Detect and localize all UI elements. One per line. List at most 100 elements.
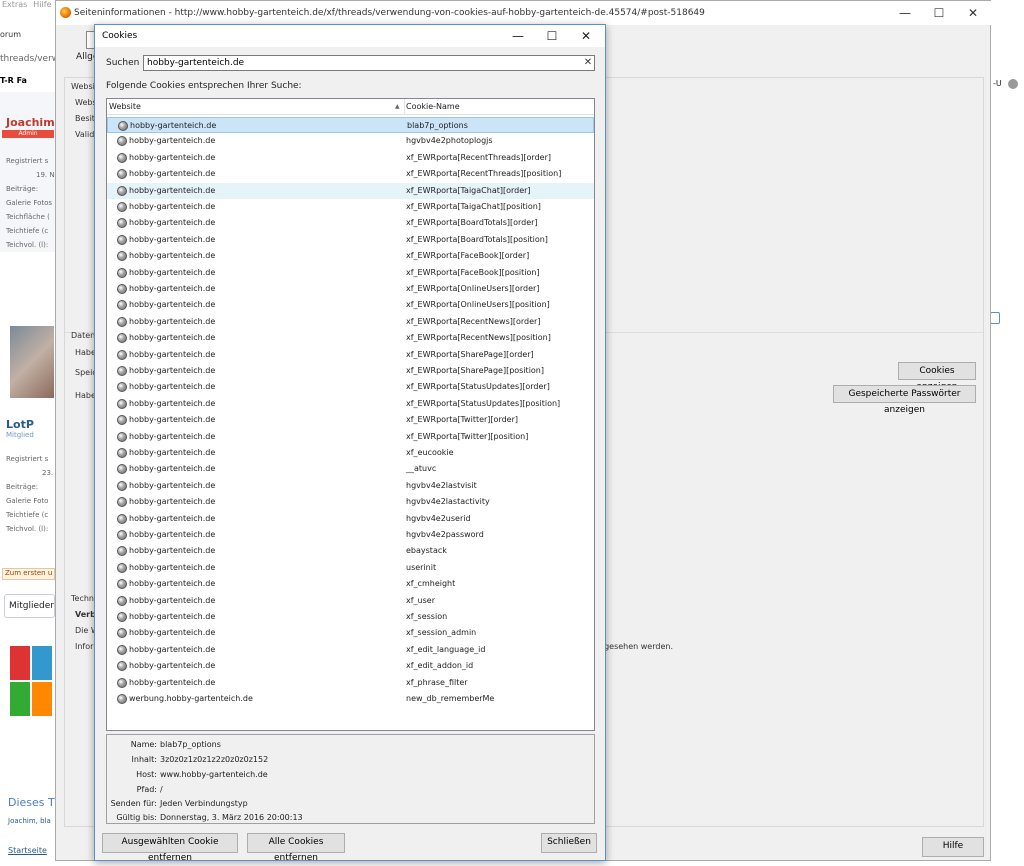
cookie-name: xf_EWRporta[TaigaChat][order] <box>406 185 531 195</box>
close-icon[interactable]: ✕ <box>956 1 990 25</box>
label-content: Inhalt: <box>131 755 157 764</box>
globe-icon <box>117 185 127 196</box>
cookie-name: xf_edit_addon_id <box>406 661 474 671</box>
list-item[interactable]: hobby-gartenteich.de xf_EWRporta[OnlineUs… <box>107 281 594 297</box>
dialog-maximize-icon[interactable]: ☐ <box>535 25 569 47</box>
cookie-website: hobby-gartenteich.de <box>129 415 216 425</box>
cookie-name: new_db_rememberMe <box>406 694 495 703</box>
bookmark-tr[interactable]: T-R <box>0 76 14 85</box>
list-item[interactable]: hobby-gartenteich.de xf_EWRporta[FaceBook… <box>107 248 594 264</box>
url-bar-fragment[interactable]: threads/verw <box>0 54 60 68</box>
show-cookies-button[interactable]: Cookies anzeigen <box>898 362 976 392</box>
bookmark-fa[interactable]: Fa <box>17 76 27 85</box>
search-input[interactable] <box>143 55 595 71</box>
cookie-website: hobby-gartenteich.de <box>129 333 216 343</box>
list-item[interactable]: hobby-gartenteich.de xf_cmheight <box>107 576 594 592</box>
username-lotp[interactable]: LotP <box>6 418 34 431</box>
close-button[interactable]: Schließen <box>541 833 597 853</box>
list-item[interactable]: hobby-gartenteich.de xf_EWRporta[StatusUp… <box>107 396 594 412</box>
list-item[interactable]: hobby-gartenteich.de hgvbv4e2userid <box>107 511 594 527</box>
list-item[interactable]: hobby-gartenteich.de xf_EWRporta[SharePag… <box>107 347 594 363</box>
list-item[interactable]: hobby-gartenteich.de xf_EWRporta[RecentTh… <box>107 166 594 182</box>
globe-icon <box>117 677 127 688</box>
list-item[interactable]: hobby-gartenteich.de userinit <box>107 560 594 576</box>
list-item[interactable]: hobby-gartenteich.de xf_edit_addon_id <box>107 658 594 674</box>
menu-hilfe[interactable]: Hilfe <box>33 0 51 9</box>
cookie-name: xf_EWRporta[RecentThreads][order] <box>406 152 551 162</box>
avatar-lotp[interactable] <box>10 326 54 398</box>
menu-extras[interactable]: Extras <box>2 0 27 9</box>
remove-cookie-button[interactable]: Ausgewählten Cookie entfernen <box>102 833 238 863</box>
globe-icon <box>117 136 127 147</box>
list-item[interactable]: hobby-gartenteich.de xf_edit_language_id <box>107 642 594 658</box>
list-item[interactable]: hobby-gartenteich.de xf_EWRporta[FaceBook… <box>107 265 594 281</box>
list-item[interactable]: hobby-gartenteich.de xf_EWRporta[BoardTot… <box>107 215 594 231</box>
list-item[interactable]: hobby-gartenteich.de ebaystack <box>107 543 594 559</box>
cookie-website: hobby-gartenteich.de <box>129 448 216 457</box>
clear-search-icon[interactable]: ✕ <box>581 55 595 71</box>
list-item[interactable]: hobby-gartenteich.de hgvbv4e2password <box>107 527 594 543</box>
globe-icon <box>118 121 128 131</box>
cookie-website: hobby-gartenteich.de <box>129 677 216 687</box>
globe-icon <box>117 316 127 327</box>
list-item[interactable]: hobby-gartenteich.de xf_session_admin <box>107 625 594 641</box>
globe-icon <box>117 300 127 311</box>
members-button[interactable]: Mitglieder <box>4 594 55 618</box>
list-item[interactable]: hobby-gartenteich.de xf_eucookie <box>107 445 594 461</box>
right-edge-label: -U <box>993 79 1002 88</box>
show-passwords-button[interactable]: Gespeicherte Passwörter anzeigen <box>833 385 976 415</box>
list-item[interactable]: hobby-gartenteich.de xf_EWRporta[RecentTh… <box>107 150 594 166</box>
cookie-website: hobby-gartenteich.de <box>129 562 216 572</box>
dialog-close-icon[interactable]: ✕ <box>569 25 603 47</box>
forum-tab[interactable]: orum <box>0 24 60 44</box>
cookie-name: userinit <box>406 562 437 572</box>
list-item[interactable]: hobby-gartenteich.de xf_EWRporta[StatusUp… <box>107 379 594 395</box>
cookie-name: xf_EWRporta[TaigaChat][position] <box>406 202 541 211</box>
cookie-name: hgvbv4e2userid <box>406 513 471 523</box>
list-item[interactable]: hobby-gartenteich.de xf_EWRporta[SharePag… <box>107 363 594 379</box>
first-post-link[interactable]: Zum ersten u <box>2 568 55 580</box>
list-item[interactable]: werbung.hobby-gartenteich.de new_db_remem… <box>107 691 594 707</box>
avatar-popart[interactable] <box>10 646 54 718</box>
cookie-website: hobby-gartenteich.de <box>129 644 216 654</box>
list-item[interactable]: hobby-gartenteich.de xf_EWRporta[RecentNe… <box>107 314 594 330</box>
column-cookie-name[interactable]: Cookie-Name <box>406 99 460 115</box>
list-item[interactable]: hobby-gartenteich.de hgvbv4e2photoplogjs <box>107 133 594 149</box>
list-item[interactable]: hobby-gartenteich.de xf_EWRporta[Twitter]… <box>107 429 594 445</box>
list-item[interactable]: hobby-gartenteich.de xf_phrase_filter <box>107 675 594 691</box>
username-joachim[interactable]: Joachim <box>6 116 55 129</box>
cookie-name: xf_cmheight <box>406 579 456 589</box>
dialog-minimize-icon[interactable]: — <box>501 25 535 47</box>
list-item[interactable]: hobby-gartenteich.de xf_EWRporta[TaigaCha… <box>107 199 594 215</box>
help-button[interactable]: Hilfe <box>922 837 984 857</box>
cookie-website: hobby-gartenteich.de <box>129 464 216 474</box>
cookie-website: hobby-gartenteich.de <box>129 497 216 507</box>
remove-all-cookies-button[interactable]: Alle Cookies entfernen <box>247 833 345 863</box>
cookie-website: hobby-gartenteich.de <box>129 398 216 408</box>
list-item[interactable]: hobby-gartenteich.de xf_session <box>107 609 594 625</box>
column-website[interactable]: Website <box>109 99 405 115</box>
list-item[interactable]: hobby-gartenteich.de xf_EWRporta[TaigaCha… <box>107 182 594 199</box>
user-card-joachim: Joachim Admin Registriert s 19. N Beiträge… <box>0 92 55 252</box>
minimize-icon[interactable]: — <box>888 1 922 25</box>
list-item[interactable]: hobby-gartenteich.de xf_EWRporta[OnlineUs… <box>107 297 594 313</box>
list-item[interactable]: hobby-gartenteich.de __atuvc <box>107 461 594 477</box>
list-item[interactable]: hobby-gartenteich.de xf_EWRporta[RecentNe… <box>107 330 594 346</box>
cookie-website: hobby-gartenteich.de <box>129 628 216 638</box>
cookie-list[interactable]: Website ▲ Cookie-Name hobby-gartenteich.… <box>106 98 595 731</box>
list-item[interactable]: hobby-gartenteich.de xf_EWRporta[Twitter]… <box>107 412 594 428</box>
globe-icon <box>1008 79 1018 89</box>
cookie-name: hgvbv4e2password <box>406 530 484 539</box>
cookie-name: xf_EWRporta[RecentNews][position] <box>406 333 551 343</box>
globe-icon <box>117 284 127 294</box>
home-link[interactable]: Startseite <box>8 846 47 855</box>
list-item[interactable]: hobby-gartenteich.de hgvbv4e2lastvisit <box>107 478 594 494</box>
thread-users[interactable]: Joachim, bla <box>8 817 51 825</box>
list-item[interactable]: hobby-gartenteich.de hgvbv4e2lastactivity <box>107 494 594 510</box>
list-item[interactable]: hobby-gartenteich.de xf_EWRporta[BoardTot… <box>107 232 594 248</box>
maximize-icon[interactable]: ☐ <box>922 1 956 25</box>
list-item[interactable]: hobby-gartenteich.de blab7p_options <box>107 117 594 134</box>
page-info-titlebar: Seiteninformationen - http://www.hobby-g… <box>56 1 992 25</box>
list-item[interactable]: hobby-gartenteich.de xf_user <box>107 593 594 609</box>
cookie-name: xf_session <box>406 612 448 621</box>
